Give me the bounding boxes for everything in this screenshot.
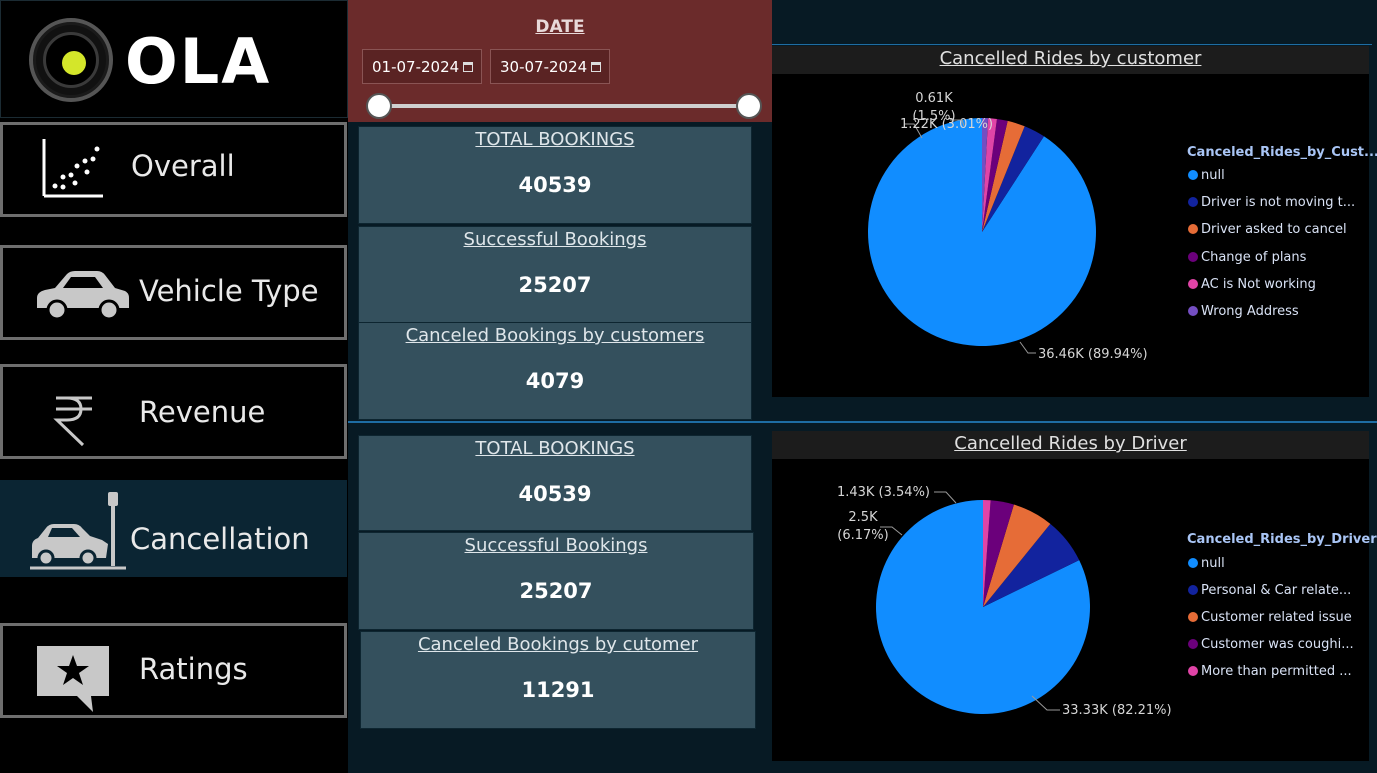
kpi-title: TOTAL BOOKINGS [475, 129, 635, 150]
kpi-title: Successful Bookings [464, 535, 648, 556]
legend-title: Canceled_Rides_by_Cust... [1187, 145, 1377, 160]
date-range-end-handle[interactable] [736, 93, 762, 119]
legend-label: Driver asked to cancel [1201, 222, 1347, 238]
legend-marker [1188, 666, 1198, 676]
legend-item[interactable]: Driver is not moving t... [1188, 195, 1355, 210]
legend-marker [1188, 306, 1198, 316]
sidebar: OLA Overall Vehicle Type Revenue Cancell… [0, 0, 348, 773]
legend-marker [1188, 224, 1198, 235]
nav-label-cancellation: Cancellation [130, 522, 310, 556]
legend-label: Change of plans [1201, 249, 1307, 265]
section-divider [348, 421, 1377, 423]
legend-label: Wrong Address [1201, 304, 1299, 319]
end-date-value: 30-07-2024 [500, 58, 588, 76]
legend-label: More than permitted ... [1201, 664, 1352, 679]
kpi-title: Successful Bookings [463, 229, 647, 250]
nav-button-vehicle-type[interactable]: Vehicle Type [0, 245, 347, 340]
date-filter-title: DATE [535, 17, 585, 37]
divider-line [772, 44, 1372, 45]
end-date-input[interactable]: 30-07-2024 [490, 49, 610, 84]
ola-logo-emblem-icon [29, 18, 113, 102]
legend-item[interactable]: Customer related issue [1188, 610, 1352, 625]
nav-button-ratings[interactable]: Ratings [0, 623, 347, 718]
car-icon [37, 271, 129, 320]
kpi-card-total-bookings: TOTAL BOOKINGS 40539 [358, 126, 752, 224]
scatter-chart-icon [42, 139, 103, 198]
kpi-card-canceled-bookings-customers: Canceled Bookings by customers 4079 [358, 322, 752, 420]
kpi-value: 25207 [519, 579, 593, 603]
legend-item[interactable]: Customer was coughi... [1188, 637, 1354, 652]
ola-logo: OLA [0, 0, 348, 118]
legend-label: null [1201, 168, 1225, 183]
calendar-icon[interactable] [591, 62, 601, 72]
start-date-input[interactable]: 01-07-2024 [362, 49, 482, 84]
kpi-card-total-bookings: TOTAL BOOKINGS 40539 [358, 435, 752, 531]
legend-title: Canceled_Rides_by_Driver [1187, 532, 1377, 547]
kpi-title: TOTAL BOOKINGS [475, 438, 635, 459]
kpi-card-successful-bookings: Successful Bookings 25207 [358, 226, 752, 323]
legend-item[interactable]: null [1188, 168, 1225, 183]
kpi-card-canceled-bookings-customer: Canceled Bookings by cutomer 11291 [360, 631, 756, 729]
legend-item[interactable]: AC is Not working [1188, 277, 1316, 292]
star-speech-bubble-icon [37, 646, 109, 712]
legend-marker [1188, 278, 1198, 289]
legend-item[interactable]: Change of plans [1188, 250, 1306, 265]
kpi-title: Canceled Bookings by customers [405, 325, 705, 346]
data-label: (6.17%) [837, 528, 888, 543]
legend-marker [1188, 251, 1198, 262]
nav-button-overall[interactable]: Overall [0, 122, 347, 217]
nav-label-overall: Overall [131, 149, 235, 183]
nav-button-revenue[interactable]: Revenue [0, 364, 347, 459]
kpi-card-successful-bookings: Successful Bookings 25207 [358, 532, 754, 630]
rupee-icon [53, 396, 92, 447]
nav-label-ratings: Ratings [139, 652, 248, 686]
pie-chart-panel-customer: Cancelled Rides by customer 36.46K (89.9… [772, 46, 1377, 397]
kpi-title: Canceled Bookings by cutomer [417, 634, 699, 655]
legend-marker [1188, 558, 1198, 568]
data-label-leader-line [934, 491, 957, 504]
kpi-value: 11291 [521, 678, 595, 702]
data-label: (1.5%) [912, 109, 955, 124]
date-range-start-handle[interactable] [366, 93, 392, 119]
pie-chart-panel-driver: Cancelled Rides by Driver 33.33K (82.21%… [772, 431, 1377, 761]
data-label: 2.5K [848, 510, 878, 525]
data-label: 1.43K (3.54%) [837, 485, 930, 500]
legend-marker [1188, 170, 1198, 180]
legend-label: null [1201, 556, 1225, 571]
legend-item[interactable]: Personal & Car relate... [1188, 583, 1351, 598]
start-date-value: 01-07-2024 [372, 58, 460, 76]
kpi-value: 25207 [518, 273, 592, 297]
data-label-leader-line [1019, 341, 1036, 354]
legend-label: Customer related issue [1201, 610, 1352, 625]
nav-button-cancellation[interactable]: Cancellation [0, 480, 347, 577]
legend-label: Driver is not moving t... [1201, 195, 1356, 211]
legend-item[interactable]: Driver asked to cancel [1188, 222, 1347, 237]
data-label: 33.33K (82.21%) [1062, 703, 1172, 718]
calendar-icon[interactable] [463, 62, 473, 72]
legend-marker [1188, 585, 1198, 595]
legend-label: Customer was coughi... [1201, 637, 1354, 652]
data-label: 0.61K [915, 91, 953, 106]
nav-label-revenue: Revenue [139, 395, 266, 429]
logo-text: OLA [125, 25, 272, 98]
kpi-value: 4079 [525, 369, 585, 393]
car-crash-icon [30, 492, 126, 570]
legend-label: AC is Not working [1201, 276, 1316, 292]
date-range-slider-track[interactable] [378, 104, 750, 108]
legend-marker [1188, 197, 1198, 208]
legend-item[interactable]: More than permitted ... [1188, 664, 1352, 679]
legend-item[interactable]: null [1188, 556, 1225, 571]
legend-marker [1188, 639, 1198, 649]
data-label: 36.46K (89.94%) [1038, 347, 1148, 362]
legend-label: Personal & Car relate... [1201, 583, 1352, 598]
legend-marker [1188, 612, 1198, 622]
kpi-value: 40539 [518, 173, 592, 197]
nav-label-vehicle-type: Vehicle Type [139, 274, 319, 308]
legend-item[interactable]: Wrong Address [1188, 304, 1299, 319]
kpi-value: 40539 [518, 482, 592, 506]
